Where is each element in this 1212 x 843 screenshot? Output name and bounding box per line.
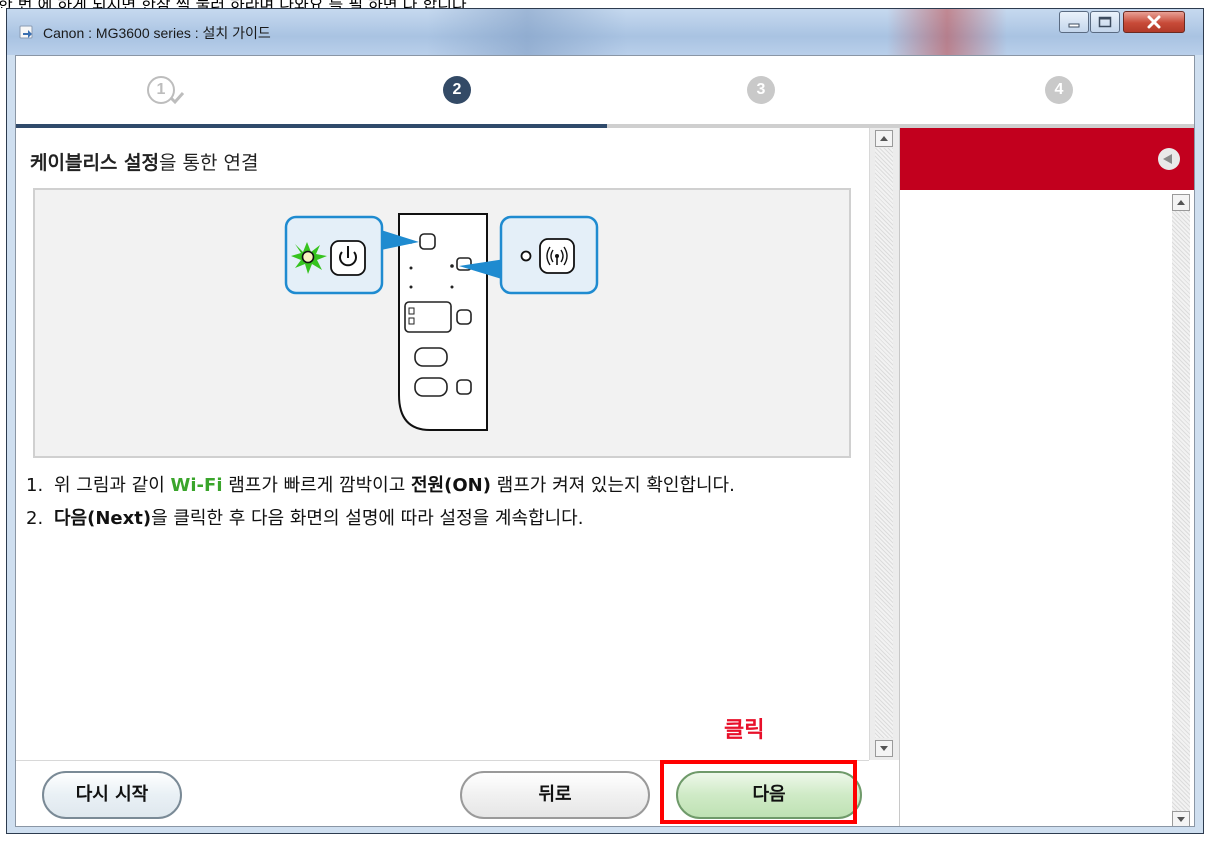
instruction-text: 램프가 빠르게 깜박이고 (222, 475, 411, 496)
wifi-term: Wi-Fi (170, 475, 223, 496)
app-icon (19, 25, 33, 39)
step-indicator: 1 2 3 4 (16, 56, 1194, 128)
panel-led (450, 264, 454, 268)
panel-dot (409, 285, 413, 289)
instruction-text: 위 그림과 같이 (54, 475, 171, 496)
panel-dot (450, 285, 454, 289)
background-text-strip: 한 번 에 하게 되시면 한참 씩 눌러 하라며 나와요 를 필 하면 다 합니… (0, 0, 1212, 8)
back-button[interactable]: 뒤로 (460, 771, 650, 819)
scroll-track[interactable] (875, 148, 893, 738)
instruction-list: 1. 위 그림과 같이 Wi-Fi 램프가 빠르게 깜박이고 전원(ON) 램프… (26, 472, 856, 538)
scroll-up-icon (880, 136, 888, 141)
main-scrollbar[interactable] (869, 128, 899, 760)
titlebar-backdrop (887, 9, 1007, 55)
side-scrollbar[interactable] (1172, 194, 1190, 826)
close-button[interactable] (1123, 11, 1185, 33)
main-content: 케이블리스 설정을 통한 연결 1. 위 그림과 같이 Wi-Fi 램프가 빠르… (16, 128, 869, 760)
step-2-label: 2 (452, 81, 462, 98)
page-title-bold: 케이블리스 설정 (30, 152, 159, 174)
maximize-icon (1098, 16, 1112, 28)
window-title: Canon : MG3600 series : 설치 가이드 (43, 25, 271, 41)
printer-panel-illustration (33, 188, 851, 458)
next-term: 다음(Next) (54, 508, 152, 529)
click-annotation-label: 클릭 (724, 718, 765, 743)
step-3-label: 3 (756, 81, 766, 98)
instruction-item-1: 1. 위 그림과 같이 Wi-Fi 램프가 빠르게 깜박이고 전원(ON) 램프… (26, 472, 856, 499)
scroll-down-icon (880, 746, 888, 751)
restart-button[interactable]: 다시 시작 (42, 771, 182, 819)
side-panel (899, 128, 1194, 826)
minimize-button[interactable] (1059, 11, 1089, 33)
side-panel-header (900, 128, 1194, 190)
step-1-label: 1 (156, 81, 166, 98)
instruction-number: 1. (26, 475, 44, 496)
page-title-rest: 을 통한 연결 (158, 152, 259, 174)
step-4-label: 4 (1054, 81, 1064, 98)
panel-dot (409, 266, 413, 270)
control-panel-shape (398, 213, 488, 431)
wifi-lamp-icon (520, 250, 532, 262)
power-term: 전원(ON) (411, 475, 491, 496)
instruction-item-2: 2. 다음(Next)을 클릭한 후 다음 화면의 설명에 따라 설정을 계속합… (26, 505, 856, 532)
scroll-down-icon (1177, 817, 1185, 822)
page-title: 케이블리스 설정을 통한 연결 (30, 148, 258, 175)
side-scroll-down-button[interactable] (1172, 811, 1190, 826)
close-icon (1147, 15, 1161, 29)
background-text: 한 번 에 하게 되시면 한참 씩 눌러 하라며 나와요 를 필 하면 다 합니… (0, 0, 467, 8)
scroll-up-button[interactable] (875, 130, 893, 147)
title-bar[interactable]: Canon : MG3600 series : 설치 가이드 (7, 9, 1203, 55)
side-scroll-up-button[interactable] (1172, 194, 1190, 211)
titlebar-backdrop (427, 9, 627, 55)
collapse-panel-button[interactable] (1158, 148, 1180, 170)
step-3-pending: 3 (747, 76, 775, 104)
instruction-number: 2. (26, 508, 44, 529)
step-4-pending: 4 (1045, 76, 1073, 104)
printer-panel-diagram (284, 213, 599, 431)
instruction-text: 을 클릭한 후 다음 화면의 설명에 따라 설정을 계속합니다. (151, 508, 584, 529)
client-area: 1 2 3 4 케이블리스 설정을 통한 연결 1. 위 그림과 같이 Wi-F… (15, 55, 1195, 827)
scroll-up-icon (1177, 200, 1185, 205)
instruction-text: 램프가 켜져 있는지 확인합니다. (490, 475, 735, 496)
click-highlight-box (660, 760, 857, 824)
minimize-icon (1068, 23, 1080, 28)
installer-window: Canon : MG3600 series : 설치 가이드 1 2 3 4 케… (6, 8, 1204, 834)
maximize-button[interactable] (1090, 11, 1120, 33)
check-icon (169, 92, 185, 105)
scroll-down-button[interactable] (875, 740, 893, 757)
step-2-current: 2 (443, 76, 471, 104)
